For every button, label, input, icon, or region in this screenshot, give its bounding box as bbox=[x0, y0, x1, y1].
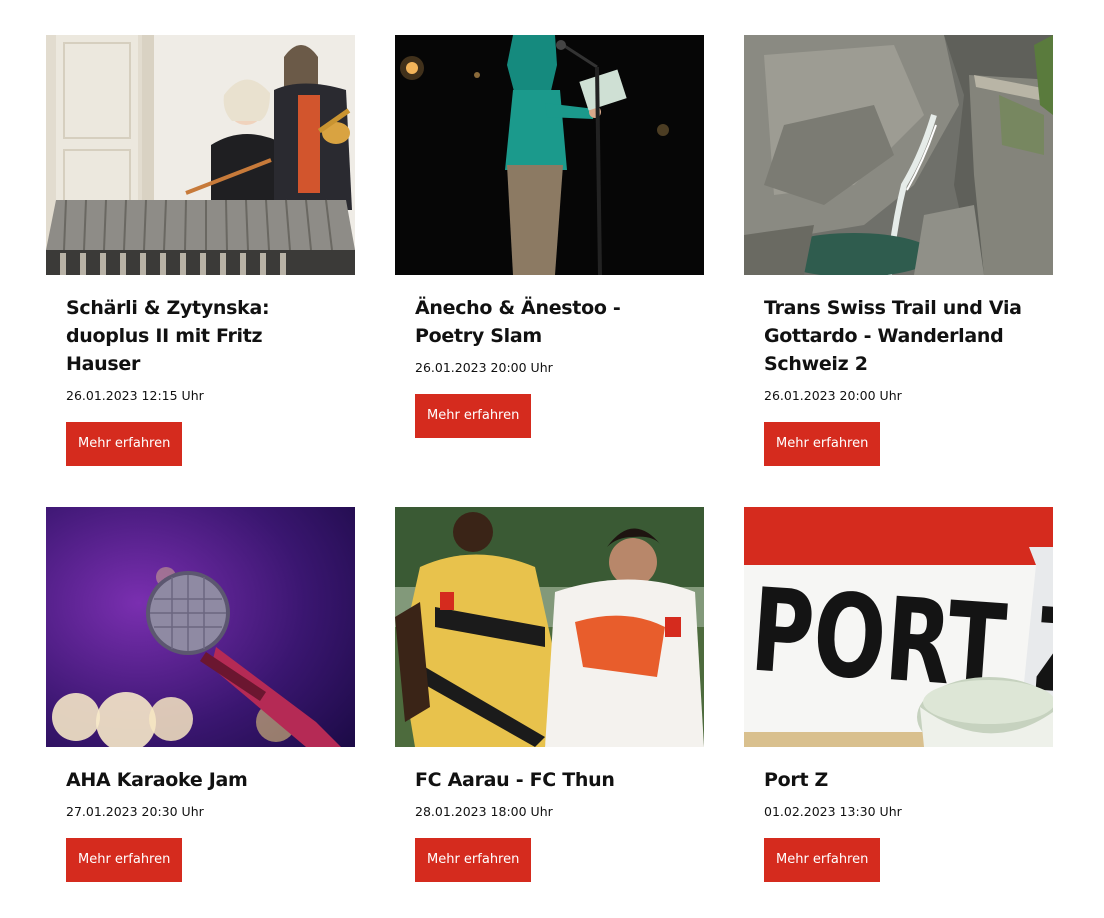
more-info-button[interactable]: Mehr erfahren bbox=[66, 422, 183, 466]
event-image-football[interactable] bbox=[395, 507, 704, 747]
more-info-button[interactable]: Mehr erfahren bbox=[66, 838, 183, 882]
event-card-body: Schärli & Zytynska: duoplus II mit Fritz… bbox=[66, 294, 338, 466]
more-info-button[interactable]: Mehr erfahren bbox=[764, 422, 881, 466]
event-datetime: 27.01.2023 20:30 Uhr bbox=[66, 804, 204, 819]
event-title[interactable]: Änecho & Änestoo - Poetry Slam bbox=[415, 294, 687, 350]
event-title[interactable]: FC Aarau - FC Thun bbox=[415, 766, 687, 794]
more-info-button[interactable]: Mehr erfahren bbox=[415, 838, 532, 882]
event-card-body: FC Aarau - FC Thun 28.01.2023 18:00 Uhr … bbox=[415, 766, 687, 882]
event-card-body: AHA Karaoke Jam 27.01.2023 20:30 Uhr Meh… bbox=[66, 766, 338, 882]
more-info-button[interactable]: Mehr erfahren bbox=[764, 838, 881, 882]
more-info-button[interactable]: Mehr erfahren bbox=[415, 394, 532, 438]
event-image-port-z[interactable]: PORT Z bbox=[744, 507, 1053, 747]
event-title[interactable]: Port Z bbox=[764, 766, 1036, 794]
event-datetime: 28.01.2023 18:00 Uhr bbox=[415, 804, 553, 819]
event-datetime: 26.01.2023 20:00 Uhr bbox=[415, 360, 553, 375]
event-datetime: 01.02.2023 13:30 Uhr bbox=[764, 804, 902, 819]
event-card-body: Trans Swiss Trail und Via Gottardo - Wan… bbox=[764, 294, 1036, 466]
event-datetime: 26.01.2023 12:15 Uhr bbox=[66, 388, 204, 403]
event-image-musicians[interactable] bbox=[46, 35, 355, 275]
event-image-microphone[interactable] bbox=[46, 507, 355, 747]
event-title[interactable]: AHA Karaoke Jam bbox=[66, 766, 338, 794]
event-card-body: Port Z 01.02.2023 13:30 Uhr Mehr erfahre… bbox=[764, 766, 1036, 882]
event-datetime: 26.01.2023 20:00 Uhr bbox=[764, 388, 902, 403]
event-image-mountain-gorge[interactable] bbox=[744, 35, 1053, 275]
event-title[interactable]: Trans Swiss Trail und Via Gottardo - Wan… bbox=[764, 294, 1036, 378]
event-title[interactable]: Schärli & Zytynska: duoplus II mit Fritz… bbox=[66, 294, 338, 378]
event-card-body: Änecho & Änestoo - Poetry Slam 26.01.202… bbox=[415, 294, 687, 438]
event-image-poetry-slam[interactable] bbox=[395, 35, 704, 275]
